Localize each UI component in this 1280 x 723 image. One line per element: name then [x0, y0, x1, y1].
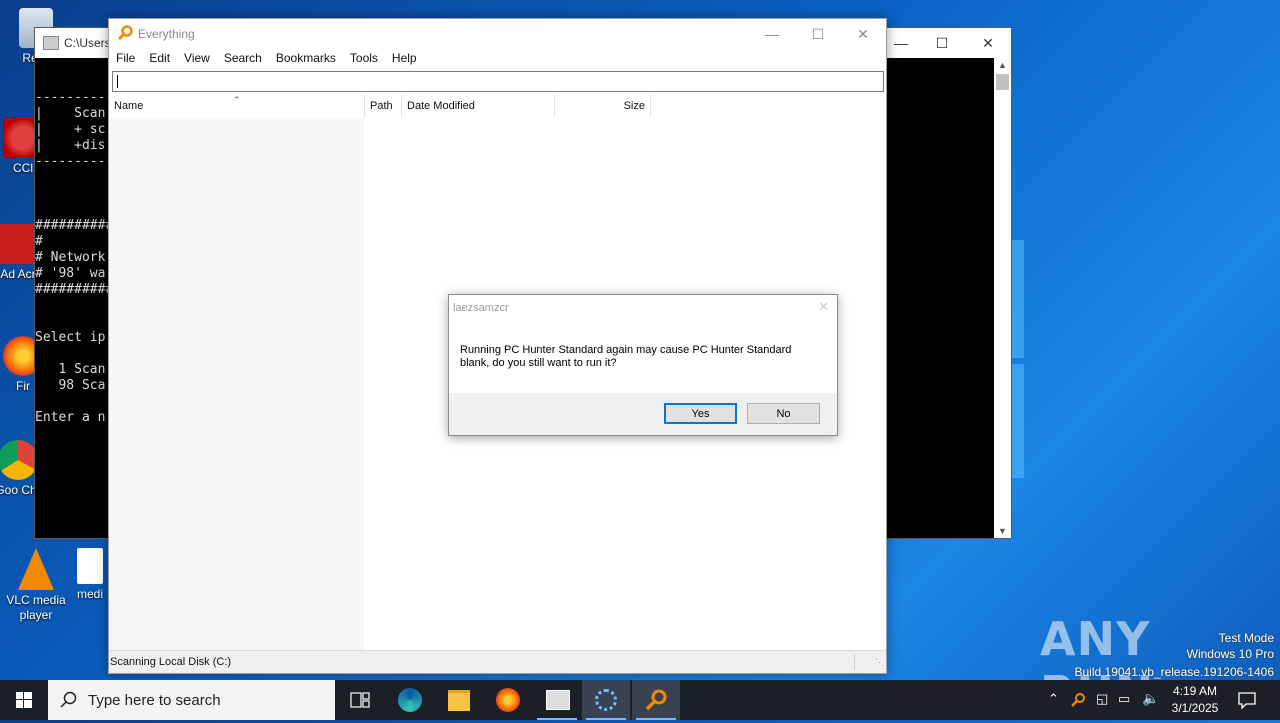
column-date-modified[interactable]: Date Modified — [402, 95, 555, 117]
menu-file[interactable]: File — [109, 49, 142, 67]
chrome-icon — [0, 440, 38, 480]
search-input[interactable] — [112, 71, 884, 92]
status-divider — [854, 654, 855, 670]
gear-icon — [595, 689, 617, 711]
column-path-label: Path — [370, 100, 393, 112]
taskbar-pc-hunter[interactable] — [582, 680, 630, 720]
notifications-button[interactable] — [1237, 690, 1257, 710]
everything-title-bar[interactable]: Everything — ☐ ✕ — [109, 19, 886, 49]
firefox-icon — [496, 688, 520, 712]
word-document-icon — [77, 548, 103, 584]
console-icon — [546, 690, 570, 710]
watermark-test-mode: Test Mode — [1218, 631, 1274, 645]
resize-grip-icon[interactable]: ⋱ — [875, 657, 884, 668]
console-scrollbar[interactable]: ▲ ▼ — [994, 58, 1011, 538]
watermark-edition: Windows 10 Pro — [1186, 647, 1274, 661]
menu-edit[interactable]: Edit — [142, 49, 177, 67]
taskbar-everything[interactable] — [632, 680, 680, 720]
watermark-build: Build 19041.vb_release.191206-1406 — [1074, 665, 1275, 679]
desktop-icon-label: Ad Acr — [0, 267, 36, 281]
console-output: ---------- | Scan | + sc | +dis --------… — [35, 90, 114, 425]
clock-time: 4:19 AM — [1172, 684, 1218, 698]
menu-bar: File Edit View Search Bookmarks Tools Help — [109, 49, 886, 69]
window-title: Everything — [138, 27, 195, 41]
edge-icon — [398, 688, 422, 712]
desktop-icon-label: Fir — [16, 379, 30, 393]
magnifier-key-icon — [117, 25, 133, 41]
volume-icon[interactable]: 🔈 — [1142, 690, 1159, 707]
taskbar-firefox[interactable] — [484, 680, 532, 720]
status-text: Scanning Local Disk (C:) — [110, 656, 232, 668]
column-size[interactable]: Size — [555, 95, 651, 117]
console-title: C:\Users — [64, 36, 111, 50]
sort-ascending-icon: ⌃ — [233, 95, 241, 105]
no-button[interactable]: No — [747, 403, 820, 424]
task-view-button[interactable] — [336, 680, 384, 720]
taskbar-edge[interactable] — [386, 680, 434, 720]
dialog-button-bar: Yes No — [449, 393, 837, 435]
desktop-icon-label: CCl — [13, 161, 33, 175]
dialog-message: Running PC Hunter Standard again may cau… — [460, 344, 792, 369]
taskbar: Type here to search ⌃ ◱ ▭ 🔈 4:19 AM 3/1/… — [0, 680, 1280, 720]
text-caret — [117, 75, 118, 88]
everything-tray-icon[interactable] — [1070, 692, 1086, 708]
close-icon[interactable]: ✕ — [965, 28, 1011, 58]
dialog-close-icon[interactable]: ✕ — [818, 299, 829, 315]
taskbar-file-explorer[interactable] — [435, 680, 483, 720]
notification-icon — [1238, 692, 1256, 710]
status-bar: Scanning Local Disk (C:) ⋱ — [109, 650, 886, 673]
confirm-dialog[interactable]: laezsamzcr ✕ Running PC Hunter Standard … — [448, 294, 838, 436]
windows-logo-wallpaper — [1010, 240, 1030, 480]
console-app-icon — [43, 36, 59, 50]
dialog-title: laezsamzcr — [453, 302, 509, 314]
scrollbar-thumb[interactable] — [996, 74, 1009, 90]
chevron-up-icon[interactable]: ⌃ — [1048, 691, 1059, 707]
menu-help[interactable]: Help — [385, 49, 424, 67]
desktop-icon-word-doc[interactable]: medi — [70, 548, 110, 602]
maximize-icon[interactable]: ☐ — [795, 19, 841, 49]
menu-tools[interactable]: Tools — [343, 49, 385, 67]
vlc-icon — [18, 548, 54, 590]
device-icon[interactable]: ◱ — [1096, 691, 1108, 707]
column-date-modified-label: Date Modified — [407, 100, 475, 112]
menu-search[interactable]: Search — [217, 49, 269, 67]
task-view-icon — [350, 692, 370, 708]
column-size-label: Size — [623, 100, 645, 112]
column-name-label: Name — [114, 100, 144, 112]
desktop-icon-label: VLC media player — [6, 593, 66, 622]
maximize-icon[interactable]: ☐ — [919, 28, 965, 58]
folder-icon — [448, 690, 470, 711]
network-icon[interactable]: ▭ — [1118, 691, 1130, 707]
windows-start-icon — [16, 692, 32, 708]
search-placeholder: Type here to search — [88, 692, 221, 709]
menu-view[interactable]: View — [177, 49, 217, 67]
taskbar-search-box[interactable]: Type here to search — [48, 680, 335, 720]
acrobat-icon — [0, 224, 38, 264]
system-tray: ⌃ ◱ ▭ 🔈 — [1046, 680, 1159, 720]
column-path[interactable]: Path — [365, 95, 402, 117]
minimize-icon[interactable]: — — [749, 19, 795, 49]
desktop-icon-label: medi — [76, 587, 103, 601]
clock[interactable]: 4:19 AM 3/1/2025 — [1160, 683, 1230, 717]
menu-bookmarks[interactable]: Bookmarks — [269, 49, 343, 67]
yes-button[interactable]: Yes — [664, 403, 737, 424]
start-button[interactable] — [0, 680, 48, 720]
search-icon — [60, 691, 77, 708]
taskbar-console[interactable] — [533, 680, 581, 720]
magnifier-key-icon — [645, 689, 667, 711]
close-icon[interactable]: ✕ — [840, 19, 886, 49]
results-name-column[interactable] — [109, 118, 364, 650]
column-header-row: Name ⌃ Path Date Modified Size — [109, 95, 886, 118]
scroll-up-icon[interactable]: ▲ — [994, 60, 1011, 70]
clock-date: 3/1/2025 — [1171, 701, 1219, 715]
column-name[interactable]: Name ⌃ — [109, 95, 365, 117]
desktop-icon-vlc[interactable]: VLC media player — [1, 548, 71, 623]
scroll-down-icon[interactable]: ▼ — [994, 526, 1011, 536]
